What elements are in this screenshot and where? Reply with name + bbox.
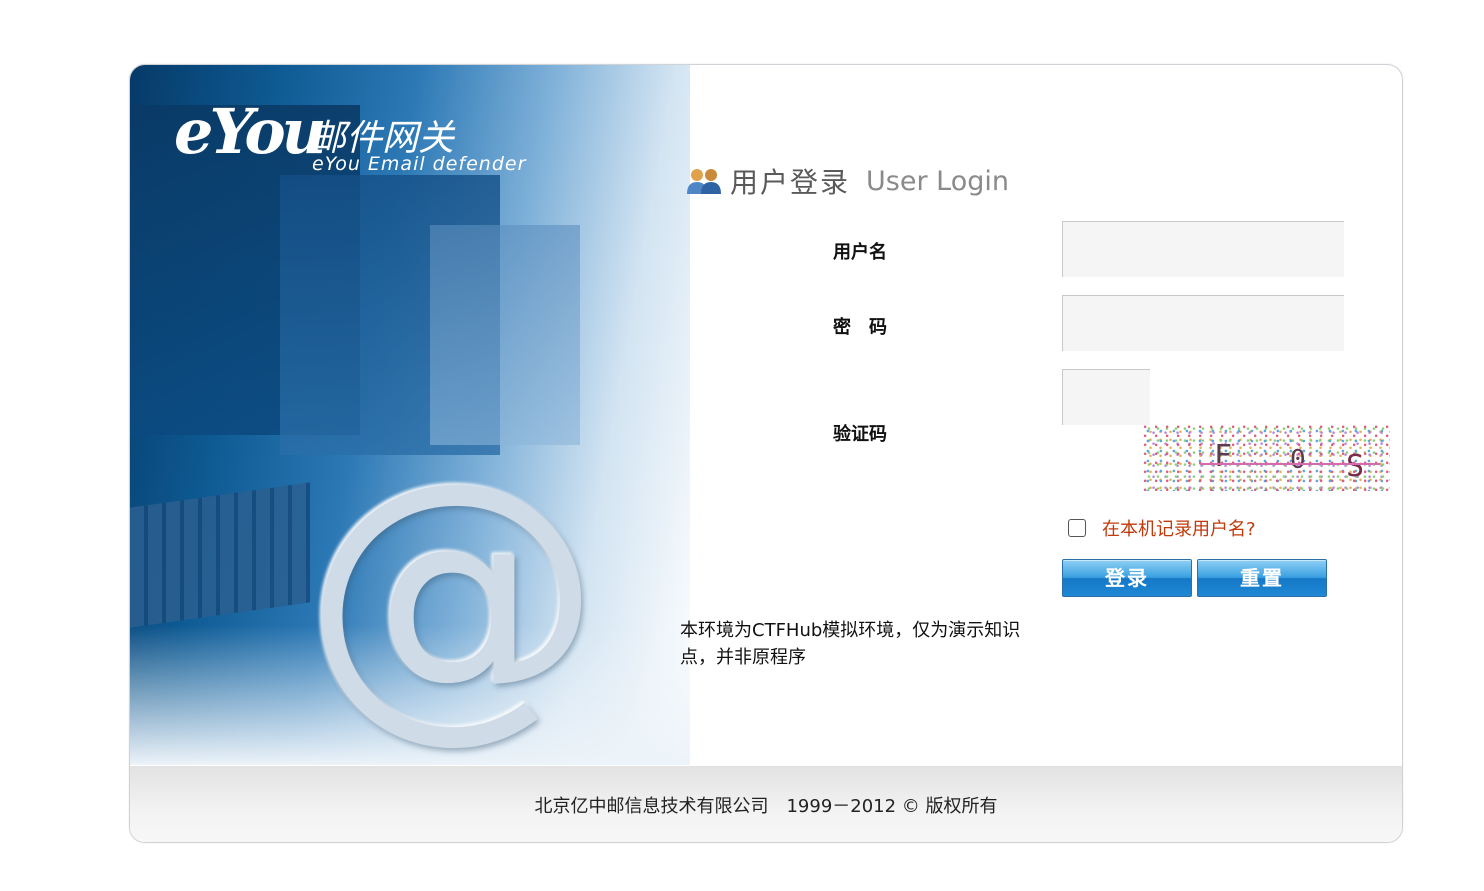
- remember-checkbox[interactable]: [1068, 519, 1086, 537]
- login-button[interactable]: 登录: [1062, 559, 1192, 597]
- hero-image: @ eYou 邮件网关 eYou Email defender: [130, 65, 690, 765]
- captcha-label: 验证码: [833, 424, 887, 445]
- users-icon: [686, 167, 722, 195]
- reset-button[interactable]: 重置: [1197, 559, 1327, 597]
- captcha-noise-line: [1200, 463, 1380, 465]
- footer-copyright: 北京亿中邮信息技术有限公司 1999－2012 © 版权所有: [130, 766, 1402, 842]
- captcha-image[interactable]: F 0 S: [1144, 425, 1390, 491]
- remember-username[interactable]: 在本机记录用户名?: [1068, 515, 1256, 541]
- captcha-char: 0: [1290, 445, 1306, 475]
- login-title-en: User Login: [866, 165, 1009, 197]
- login-title-cn: 用户登录: [730, 166, 851, 199]
- remember-label[interactable]: 在本机记录用户名?: [1102, 515, 1256, 541]
- login-panel: @ eYou 邮件网关 eYou Email defender 用户登录 Use…: [129, 64, 1403, 843]
- username-input[interactable]: [1062, 221, 1344, 277]
- at-sign-icon: @: [302, 418, 602, 765]
- login-title: 用户登录 User Login: [686, 161, 1009, 201]
- password-input[interactable]: [1062, 295, 1344, 351]
- username-label: 用户名: [833, 242, 887, 263]
- keyboard-graphic: [130, 482, 310, 628]
- logo-brand: eYou: [174, 95, 327, 168]
- environment-notice: 本环境为CTFHub模拟环境，仅为演示知识点，并非原程序: [680, 620, 1021, 668]
- captcha-input[interactable]: [1062, 369, 1150, 425]
- monitor-graphic: [430, 225, 580, 445]
- captcha-char: F: [1214, 439, 1233, 474]
- logo-product-en: eYou Email defender: [312, 153, 527, 175]
- password-label: 密 码: [833, 317, 887, 338]
- captcha-char: S: [1346, 449, 1365, 484]
